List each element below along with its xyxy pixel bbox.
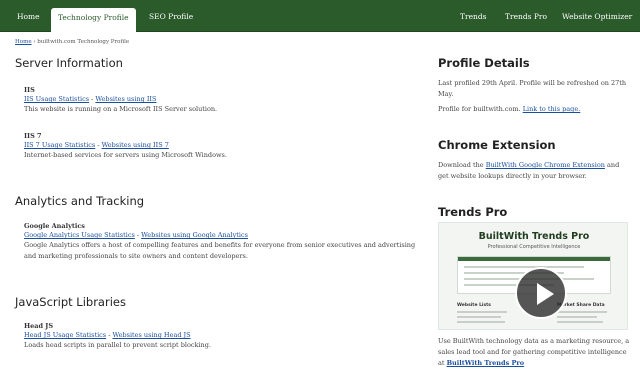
- promo-column-lists: Website Lists: [457, 303, 513, 323]
- promo-line: [557, 321, 603, 323]
- tech-name: Head JS: [24, 322, 54, 330]
- tab-seo-profile[interactable]: SEO Profile: [149, 12, 193, 21]
- promo-line: [457, 311, 507, 313]
- top-nav: Home Technology Profile SEO Profile Tren…: [0, 0, 640, 32]
- promo-column-heading: Market Share Data: [557, 303, 605, 308]
- tab-trends-pro[interactable]: Trends Pro: [505, 12, 547, 21]
- usage-statistics-link[interactable]: IIS Usage Statistics: [24, 95, 89, 103]
- tech-links: IIS Usage Statistics - Websites using II…: [24, 95, 419, 104]
- usage-statistics-link[interactable]: Google Analytics Usage Statistics: [24, 231, 135, 239]
- profile-link-text: Profile for builtwith.com. Link to this …: [438, 104, 630, 115]
- websites-using-link[interactable]: Websites using IIS 7: [102, 141, 169, 149]
- profile-for-text: Profile for builtwith.com.: [438, 105, 523, 113]
- promo-line: [557, 316, 597, 318]
- chrome-extension-heading: Chrome Extension: [438, 138, 556, 152]
- promo-line: [457, 316, 501, 318]
- usage-statistics-link[interactable]: Head JS Usage Statistics: [24, 331, 106, 339]
- tech-item-head-js: Head JS Head JS Usage Statistics - Websi…: [24, 322, 419, 351]
- tab-technology-profile[interactable]: Technology Profile: [51, 8, 136, 32]
- promo-column-heading: Website Lists: [457, 303, 491, 308]
- tech-description: Loads head scripts in parallel to preven…: [24, 341, 211, 349]
- trends-pro-link[interactable]: BuiltWith Trends Pro: [447, 359, 525, 367]
- tech-item-google-analytics: Google Analytics Google Analytics Usage …: [24, 222, 419, 262]
- usage-statistics-link[interactable]: IIS 7 Usage Statistics: [24, 141, 95, 149]
- screenshot-header-bar: [458, 257, 610, 261]
- tech-description: Google Analytics offers a host of compel…: [24, 241, 416, 260]
- promo-line: [557, 311, 607, 313]
- trends-pro-heading: Trends Pro: [438, 205, 508, 219]
- link-to-page[interactable]: Link to this page.: [523, 105, 581, 113]
- breadcrumb: Home › builtwith.com Technology Profile: [15, 39, 129, 45]
- tech-item-iis7: IIS 7 IIS 7 Usage Statistics - Websites …: [24, 132, 419, 161]
- tech-links: Google Analytics Usage Statistics - Webs…: [24, 231, 419, 240]
- tech-item-iis: IIS IIS Usage Statistics - Websites usin…: [24, 86, 419, 115]
- section-heading-analytics: Analytics and Tracking: [15, 194, 145, 208]
- tech-links: IIS 7 Usage Statistics - Websites using …: [24, 141, 419, 150]
- trends-pro-text: Use BuiltWith technology data as a marke…: [438, 336, 630, 369]
- profile-refresh-text: Last profiled 29th April. Profile will b…: [438, 79, 627, 98]
- section-heading-javascript: JavaScript Libraries: [15, 295, 126, 309]
- websites-using-link[interactable]: Websites using IIS: [95, 95, 156, 103]
- promo-line: [457, 321, 505, 323]
- websites-using-link[interactable]: Websites using Google Analytics: [141, 231, 248, 239]
- tech-description: Internet-based services for servers usin…: [24, 151, 227, 159]
- play-icon: [537, 283, 554, 305]
- promo-title: BuiltWith Trends Pro: [478, 231, 590, 242]
- tab-trends[interactable]: Trends: [460, 12, 487, 21]
- section-heading-server: Server Information: [15, 56, 123, 70]
- play-button[interactable]: [515, 267, 567, 319]
- chrome-extension-link[interactable]: BuiltWith Google Chrome Extension: [486, 161, 605, 169]
- websites-using-link[interactable]: Websites using Head JS: [112, 331, 190, 339]
- tab-home[interactable]: Home: [17, 12, 40, 21]
- profile-details-heading: Profile Details: [438, 56, 530, 70]
- screenshot-row: [464, 266, 584, 268]
- breadcrumb-current: › builtwith.com Technology Profile: [33, 39, 130, 45]
- tech-description: This website is running on a Microsoft I…: [24, 105, 218, 113]
- tech-name: IIS 7: [24, 132, 42, 140]
- chrome-pre-text: Download the: [438, 161, 486, 169]
- tech-links: Head JS Usage Statistics - Websites usin…: [24, 331, 419, 340]
- tech-name: IIS: [24, 86, 35, 94]
- promo-column-market: Market Share Data: [557, 303, 613, 323]
- promo-subtitle: Professional Competitive Intelligence: [487, 244, 581, 250]
- trends-pro-video[interactable]: BuiltWith Trends Pro Professional Compet…: [438, 222, 628, 330]
- chrome-extension-text: Download the BuiltWith Google Chrome Ext…: [438, 160, 630, 182]
- tech-name: Google Analytics: [24, 222, 85, 230]
- tab-website-optimizer[interactable]: Website Optimizer: [562, 12, 632, 21]
- breadcrumb-home-link[interactable]: Home: [15, 39, 32, 45]
